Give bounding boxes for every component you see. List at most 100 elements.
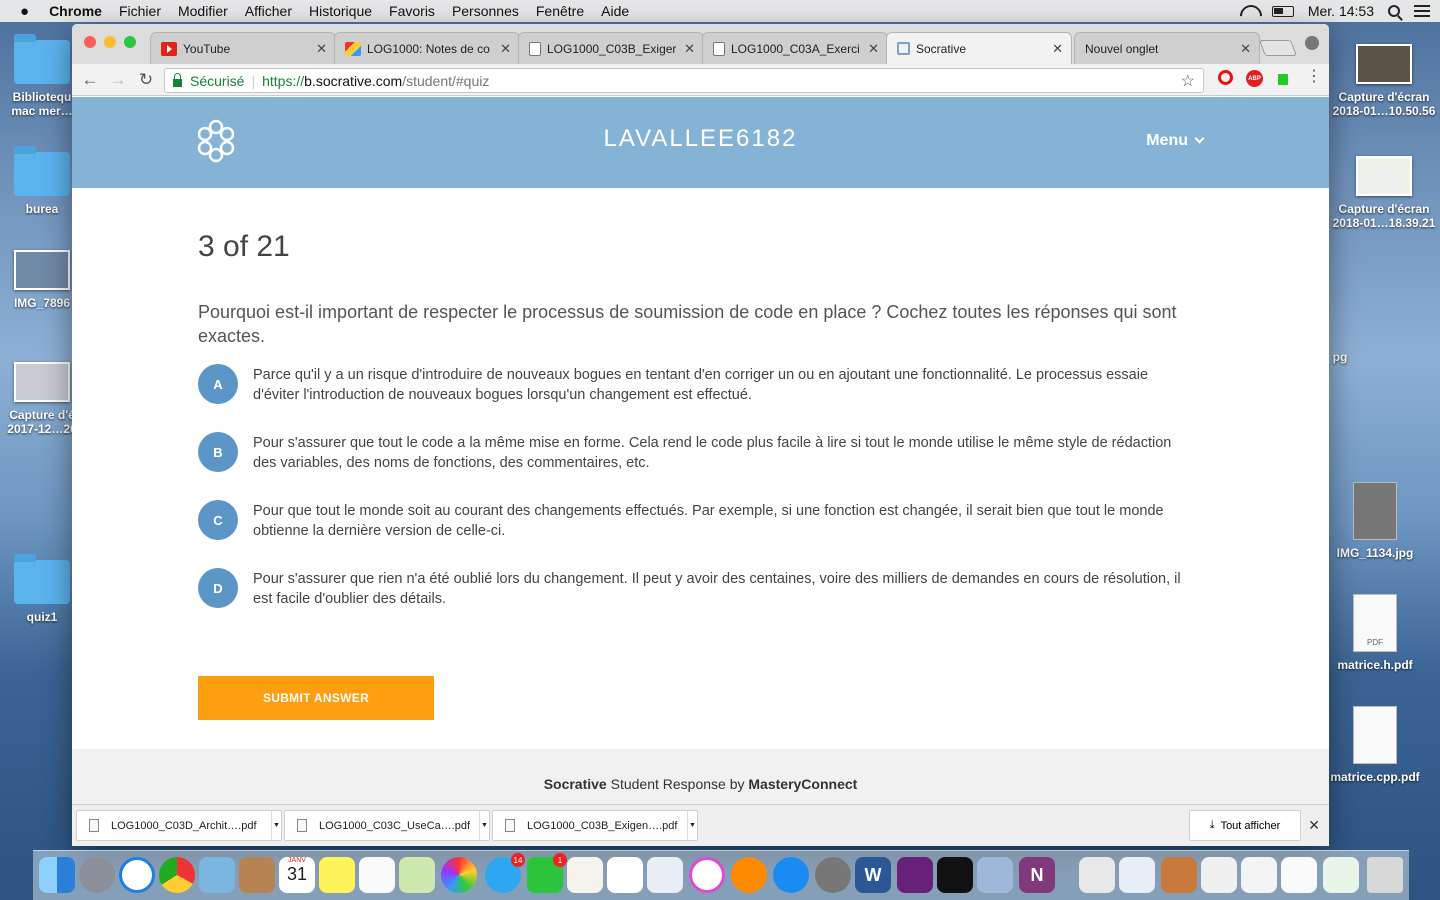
answer-option-b[interactable]: B Pour s'assurer que tout le code a la m… (198, 432, 1198, 500)
reload-icon[interactable]: ↻ (132, 70, 160, 90)
onenote-icon[interactable]: N (1019, 857, 1055, 893)
adblock-plus-icon[interactable]: ABP (1246, 70, 1263, 87)
answer-letter-c[interactable]: C (198, 500, 238, 540)
answer-option-a[interactable]: A Parce qu'il y a un risque d'introduire… (198, 364, 1198, 432)
close-tab-icon[interactable]: ✕ (500, 41, 511, 57)
apple-menu-icon[interactable]: ● (20, 3, 29, 20)
answer-text-a[interactable]: Parce qu'il y a un risque d'introduire d… (253, 365, 1198, 405)
dock-stack-document[interactable] (1323, 857, 1359, 893)
tab-youtube[interactable]: YouTube ✕ (150, 32, 336, 64)
launchpad-icon[interactable] (79, 857, 115, 893)
close-tab-icon[interactable]: ✕ (684, 41, 695, 57)
address-bar[interactable]: Sécurisé | https:// b.socrative.com /stu… (164, 68, 1204, 93)
chrome-menu-icon[interactable]: ⋮ (1306, 66, 1322, 86)
answer-letter-a[interactable]: A (198, 364, 238, 404)
menu-afficher[interactable]: Afficher (245, 3, 292, 19)
menu-fichier[interactable]: Fichier (119, 3, 161, 19)
finder-icon[interactable] (39, 857, 75, 893)
dock-stack-document[interactable] (1201, 857, 1237, 893)
forward-arrow-icon[interactable]: → (104, 70, 132, 90)
show-all-downloads-button[interactable]: ⤓ Tout afficher (1189, 810, 1301, 841)
chevron-down-icon[interactable]: ▼ (479, 811, 489, 840)
wifi-icon[interactable] (1240, 5, 1258, 18)
opera-extension-icon[interactable] (1218, 70, 1233, 85)
tab-nouvel-onglet[interactable]: Nouvel onglet ✕ (1074, 32, 1260, 64)
submit-answer-button[interactable]: SUBMIT ANSWER (198, 676, 434, 720)
answer-letter-d[interactable]: D (198, 568, 238, 608)
profile-icon[interactable] (1305, 36, 1319, 50)
messages-icon[interactable]: 14 (485, 853, 525, 893)
dock-stack-document[interactable] (1161, 857, 1197, 893)
menu-aide[interactable]: Aide (601, 3, 629, 19)
ibooks-icon[interactable] (731, 857, 767, 893)
chevron-down-icon[interactable]: ▼ (271, 811, 281, 840)
dock-stack-document[interactable] (1079, 857, 1115, 893)
new-tab-button[interactable] (1259, 40, 1297, 56)
calendar-icon[interactable]: JANV 31 (279, 857, 315, 893)
menu-favoris[interactable]: Favoris (389, 3, 435, 19)
menu-fenetre[interactable]: Fenêtre (536, 3, 584, 19)
answer-letter-b[interactable]: B (198, 432, 238, 472)
menu-chrome[interactable]: Chrome (49, 3, 102, 19)
desktop-icon-matrice-h[interactable]: PDF matrice.h.pdf (1330, 594, 1420, 672)
photos-icon[interactable] (441, 857, 477, 893)
itunes-icon[interactable] (689, 857, 725, 893)
numbers-icon[interactable] (607, 857, 643, 893)
facetime-icon[interactable]: 1 (527, 853, 567, 893)
back-arrow-icon[interactable]: ← (76, 70, 104, 90)
pages-icon[interactable] (567, 857, 603, 893)
desktop-icon-capture-1[interactable]: Capture d'écran 2018-01…10.50.56 (1330, 44, 1438, 118)
safari-icon[interactable] (119, 857, 155, 893)
desktop-icon-matrice-cpp[interactable]: matrice.cpp.pdf (1330, 706, 1420, 784)
dock-stack-document[interactable] (1119, 857, 1155, 893)
network-utility-icon[interactable] (977, 857, 1013, 893)
maps-icon[interactable] (399, 857, 435, 893)
answer-text-c[interactable]: Pour que tout le monde soit au courant d… (253, 501, 1198, 541)
green-extension-icon[interactable] (1278, 74, 1288, 85)
answer-text-d[interactable]: Pour s'assurer que rien n'a été oublié l… (253, 569, 1198, 609)
dock-stack-document[interactable] (1281, 857, 1317, 893)
terminal-icon[interactable] (937, 857, 973, 893)
close-tab-icon[interactable]: ✕ (316, 41, 327, 57)
minimize-window-button[interactable] (104, 36, 116, 48)
notification-center-icon[interactable] (1414, 5, 1430, 17)
download-item[interactable]: LOG1000_C03D_Archit….pdf ▼ (76, 810, 282, 841)
menu-personnes[interactable]: Personnes (452, 3, 519, 19)
answer-option-d[interactable]: D Pour s'assurer que rien n'a été oublié… (198, 568, 1198, 636)
desktop-icon-capture-2[interactable]: Capture d'écran 2018-01…18.39.21 (1330, 156, 1438, 230)
reminders-icon[interactable] (359, 857, 395, 893)
app-store-icon[interactable] (773, 857, 809, 893)
keynote-icon[interactable] (647, 857, 683, 893)
spotlight-search-icon[interactable] (1388, 5, 1400, 17)
close-downloads-icon[interactable]: ✕ (1308, 817, 1320, 834)
tab-log1000-notes[interactable]: LOG1000: Notes de co ✕ (334, 32, 520, 64)
maximize-window-button[interactable] (124, 36, 136, 48)
close-tab-icon[interactable]: ✕ (868, 41, 879, 57)
preview-icon[interactable] (199, 857, 235, 893)
download-item[interactable]: LOG1000_C03C_UseCa….pdf ▼ (284, 810, 490, 841)
close-window-button[interactable] (84, 36, 96, 48)
word-icon[interactable]: W (855, 857, 891, 893)
answer-text-b[interactable]: Pour s'assurer que tout le code a la mêm… (253, 433, 1198, 473)
tab-log1000-c03a[interactable]: LOG1000_C03A_Exerci ✕ (702, 32, 888, 64)
menu-modifier[interactable]: Modifier (178, 3, 228, 19)
system-preferences-icon[interactable] (815, 857, 851, 893)
trash-icon[interactable] (1367, 857, 1403, 893)
notes-icon[interactable] (319, 857, 355, 893)
menu-historique[interactable]: Historique (309, 3, 372, 19)
download-item[interactable]: LOG1000_C03B_Exigen….pdf ▼ (492, 810, 698, 841)
close-tab-icon[interactable]: ✕ (1240, 41, 1251, 57)
desktop-icon-pg[interactable]: pg (1330, 350, 1350, 364)
chrome-icon[interactable] (159, 857, 195, 893)
bookmark-star-icon[interactable]: ☆ (1181, 71, 1195, 91)
dock-stack-document[interactable] (1241, 857, 1277, 893)
socrative-menu-button[interactable]: Menu (1146, 132, 1205, 150)
chevron-down-icon[interactable]: ▼ (687, 811, 697, 840)
menu-bar-clock[interactable]: Mer. 14:53 (1308, 3, 1374, 19)
tab-log1000-c03b[interactable]: LOG1000_C03B_Exiger ✕ (518, 32, 704, 64)
contacts-icon[interactable] (239, 857, 275, 893)
close-tab-icon[interactable]: ✕ (1052, 41, 1063, 57)
tab-socrative[interactable]: Socrative ✕ (886, 32, 1072, 64)
desktop-icon-img-1134[interactable]: IMG_1134.jpg (1330, 482, 1420, 560)
visual-studio-icon[interactable] (897, 857, 933, 893)
